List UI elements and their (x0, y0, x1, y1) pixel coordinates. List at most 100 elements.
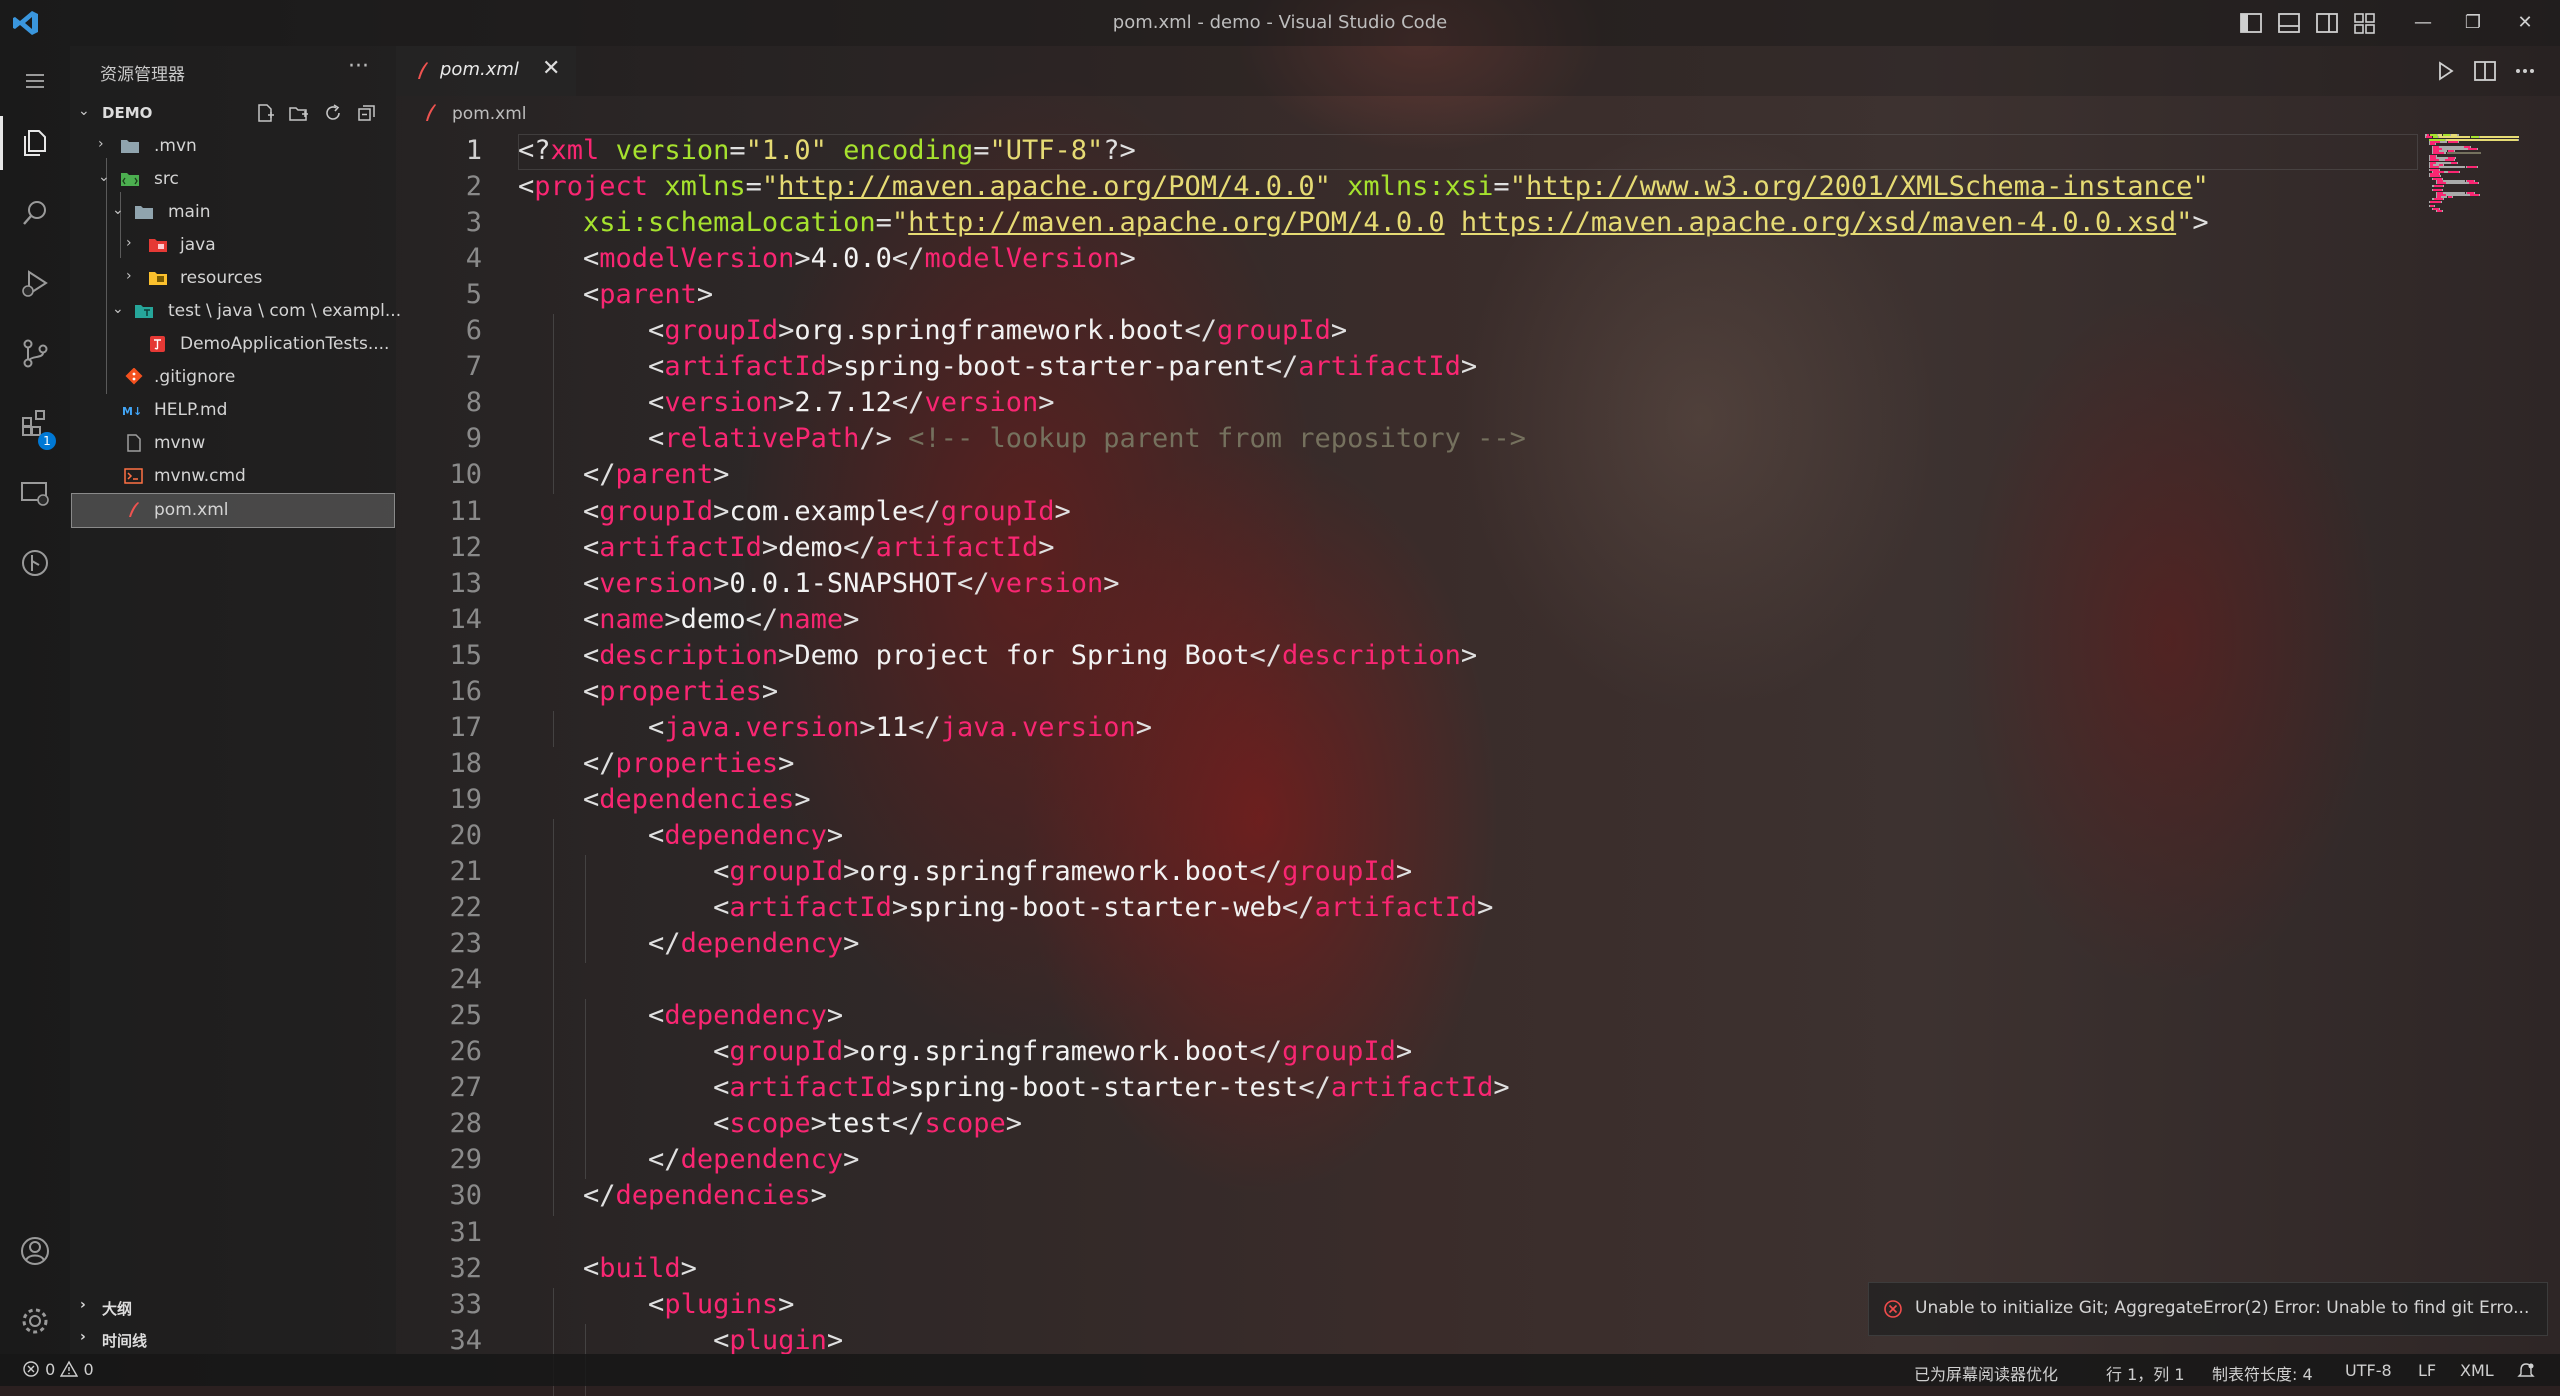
minimap-mark (2447, 140, 2459, 143)
explorer-activity-button[interactable] (0, 108, 70, 178)
tree-item-mvnw[interactable]: mvnw (70, 427, 396, 460)
minimap-mark (2517, 138, 2519, 141)
notifications-bell-icon[interactable] (2516, 1361, 2536, 1381)
minimap-mark (2443, 152, 2446, 155)
code-token: < (648, 712, 665, 743)
tab-pom-xml[interactable]: pom.xml ✕ (396, 46, 576, 96)
code-token: scope (924, 1108, 1006, 1139)
code-token: = (973, 135, 990, 166)
tree-item-main[interactable]: ⌄ main (70, 196, 396, 229)
workspace-root-row[interactable]: ⌄ DEMO (70, 98, 396, 128)
code-token: > (1103, 568, 1120, 599)
customize-layout-icon[interactable] (2352, 10, 2378, 36)
encoding-status[interactable]: UTF-8 (2345, 1361, 2392, 1380)
collapse-folders-button[interactable] (356, 102, 378, 124)
cursor-position-status[interactable]: 行 1，列 1 (2106, 1361, 2185, 1385)
problems-status-item[interactable]: 0 0 (22, 1360, 94, 1379)
eol-status[interactable]: LF (2418, 1361, 2436, 1380)
line-number: 12 (449, 532, 482, 563)
code-token: > (1395, 1036, 1413, 1067)
code-token: </ (891, 387, 925, 418)
code-token: "1.0" (745, 135, 827, 166)
code-token: modelVersion (599, 243, 795, 274)
minimap[interactable] (2425, 134, 2519, 214)
tree-item-src[interactable]: ⌄ src (70, 163, 396, 196)
tree-item-gitignore[interactable]: .gitignore (70, 361, 396, 394)
timeline-label: 时间线 (102, 1332, 148, 1350)
maven-file-icon (418, 62, 428, 79)
minimap-mark (2442, 209, 2444, 212)
close-window-button[interactable]: ✕ (2500, 8, 2550, 38)
minimap-mark (2443, 184, 2444, 187)
new-file-button[interactable] (254, 102, 276, 124)
source-control-activity-button[interactable] (0, 318, 70, 388)
menu-button[interactable] (0, 46, 70, 116)
code-token: < (648, 351, 665, 382)
run-debug-activity-button[interactable] (0, 248, 70, 318)
editor-more-actions-button[interactable] (2512, 58, 2538, 84)
tree-item-mvn[interactable]: › .mvn (70, 130, 396, 163)
code-token: </ (583, 1180, 616, 1211)
code-line: <scope>test</scope> (518, 1108, 1022, 1139)
git-graph-activity-button[interactable] (0, 528, 70, 598)
tree-item-java[interactable]: › java (70, 229, 396, 262)
tab-close-button[interactable]: ✕ (542, 56, 560, 81)
run-code-button[interactable] (2432, 58, 2458, 84)
refresh-explorer-button[interactable] (322, 102, 344, 124)
minimap-mark (2458, 140, 2460, 143)
explorer-more-actions-button[interactable]: ··· (348, 54, 369, 79)
code-token: > (713, 496, 730, 527)
minimize-button[interactable]: — (2398, 8, 2448, 38)
terminal-file-icon (124, 468, 143, 484)
tree-item-help-md[interactable]: M↓ HELP.md (70, 394, 396, 427)
tree-item-mvnw-cmd[interactable]: mvnw.cmd (70, 460, 396, 493)
code-link[interactable]: http://maven.apache.org/POM/4.0.0 (908, 207, 1444, 238)
breadcrumb: pom.xml (396, 96, 2560, 134)
code-token: = (1493, 171, 1510, 202)
remote-explorer-activity-button[interactable] (0, 458, 70, 528)
code-token: > (1038, 532, 1055, 563)
tree-item-demoapplicationtests[interactable]: DemoApplicationTests.... (70, 328, 396, 361)
tree-item-resources[interactable]: › resources (70, 262, 396, 295)
line-number: 9 (465, 423, 482, 454)
code-line: </parent> (518, 459, 729, 490)
code-link[interactable]: https://maven.apache.org/xsd/maven-4.0.0… (1461, 207, 2176, 238)
code-link[interactable]: http://maven.apache.org/POM/4.0.0 (778, 171, 1314, 202)
code-token: < (583, 676, 600, 707)
restore-button[interactable]: ❐ (2448, 8, 2498, 38)
editor-tab-bar: pom.xml ✕ (396, 46, 2560, 96)
screen-reader-status[interactable]: 已为屏幕阅读器优化 (1914, 1361, 2058, 1385)
code-token: groupId (1282, 856, 1396, 887)
timeline-section-header[interactable]: › 时间线 (70, 1324, 396, 1354)
search-activity-button[interactable] (0, 178, 70, 248)
tree-item-test-path[interactable]: ⌄ test \ java \ com \ exampl... (70, 295, 401, 328)
code-token: > (794, 243, 811, 274)
tree-item-pom-xml[interactable]: pom.xml (71, 493, 395, 528)
toggle-secondary-sidebar-icon[interactable] (2314, 10, 2340, 36)
line-number: 30 (449, 1180, 482, 1211)
toggle-panel-icon[interactable] (2276, 10, 2302, 36)
code-editor[interactable]: 1 2 3 4 5 6 7 8 9 10 11 12 13 14 15 16 17 18 19 20 21 22 23 24 2… (396, 134, 2560, 1396)
toggle-primary-sidebar-icon[interactable] (2238, 10, 2264, 36)
split-editor-button[interactable] (2472, 58, 2498, 84)
git-error-notification[interactable]: Unable to initialize Git; AggregateError… (1868, 1282, 2548, 1336)
code-line: <properties> (518, 676, 778, 707)
accounts-activity-button[interactable] (0, 1216, 70, 1286)
outline-section-header[interactable]: › 大纲 (70, 1292, 396, 1322)
status-bar: 0 0 已为屏幕阅读器优化 行 1，列 1 制表符长度: 4 UTF-8 LF … (0, 1354, 2560, 1386)
new-folder-button[interactable] (288, 102, 310, 124)
tree-item-label: test \ java \ com \ exampl... (168, 301, 402, 321)
extensions-activity-button[interactable]: 1 (0, 388, 70, 458)
code-link[interactable]: http://www.w3.org/2001/XMLSchema-instanc… (1526, 171, 2192, 202)
tab-size-status[interactable]: 制表符长度: 4 (2212, 1361, 2313, 1385)
language-mode-status[interactable]: XML (2460, 1361, 2494, 1380)
breadcrumb-file[interactable]: pom.xml (452, 104, 527, 124)
code-token: </ (583, 748, 616, 779)
manage-activity-button[interactable] (0, 1286, 70, 1356)
